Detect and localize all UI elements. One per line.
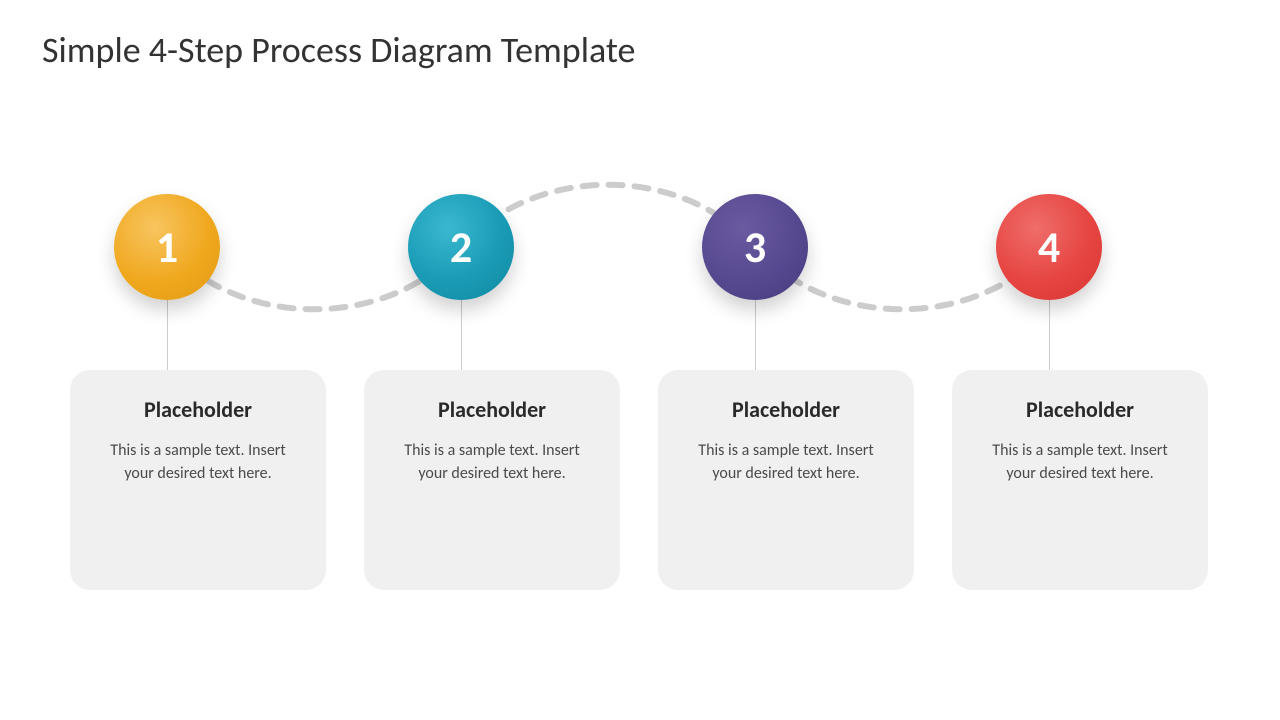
step-3-card: Placeholder This is a sample text. Inser…: [658, 370, 914, 590]
step-1-text: This is a sample text. Insert your desir…: [90, 439, 306, 485]
step-4-text: This is a sample text. Insert your desir…: [972, 439, 1188, 485]
connector-line-3: [755, 300, 756, 370]
step-1-number: 1: [156, 220, 178, 274]
step-2-heading: Placeholder: [384, 396, 600, 423]
step-3-heading: Placeholder: [678, 396, 894, 423]
step-2-text: This is a sample text. Insert your desir…: [384, 439, 600, 485]
step-1-circle: 1: [114, 194, 220, 300]
step-3-number: 3: [744, 220, 766, 274]
connector-line-1: [167, 300, 168, 370]
process-diagram: 1 2 3 4 Placeholder This is a sample tex…: [0, 150, 1280, 670]
step-2-card: Placeholder This is a sample text. Inser…: [364, 370, 620, 590]
slide-title: Simple 4-Step Process Diagram Template: [42, 28, 635, 72]
step-2-number: 2: [450, 220, 472, 274]
connector-line-4: [1049, 300, 1050, 370]
step-4-card: Placeholder This is a sample text. Inser…: [952, 370, 1208, 590]
step-1-heading: Placeholder: [90, 396, 306, 423]
step-4-number: 4: [1038, 220, 1060, 274]
connector-line-2: [461, 300, 462, 370]
step-3-circle: 3: [702, 194, 808, 300]
step-4-circle: 4: [996, 194, 1102, 300]
step-4-heading: Placeholder: [972, 396, 1188, 423]
step-3-text: This is a sample text. Insert your desir…: [678, 439, 894, 485]
step-2-circle: 2: [408, 194, 514, 300]
step-1-card: Placeholder This is a sample text. Inser…: [70, 370, 326, 590]
